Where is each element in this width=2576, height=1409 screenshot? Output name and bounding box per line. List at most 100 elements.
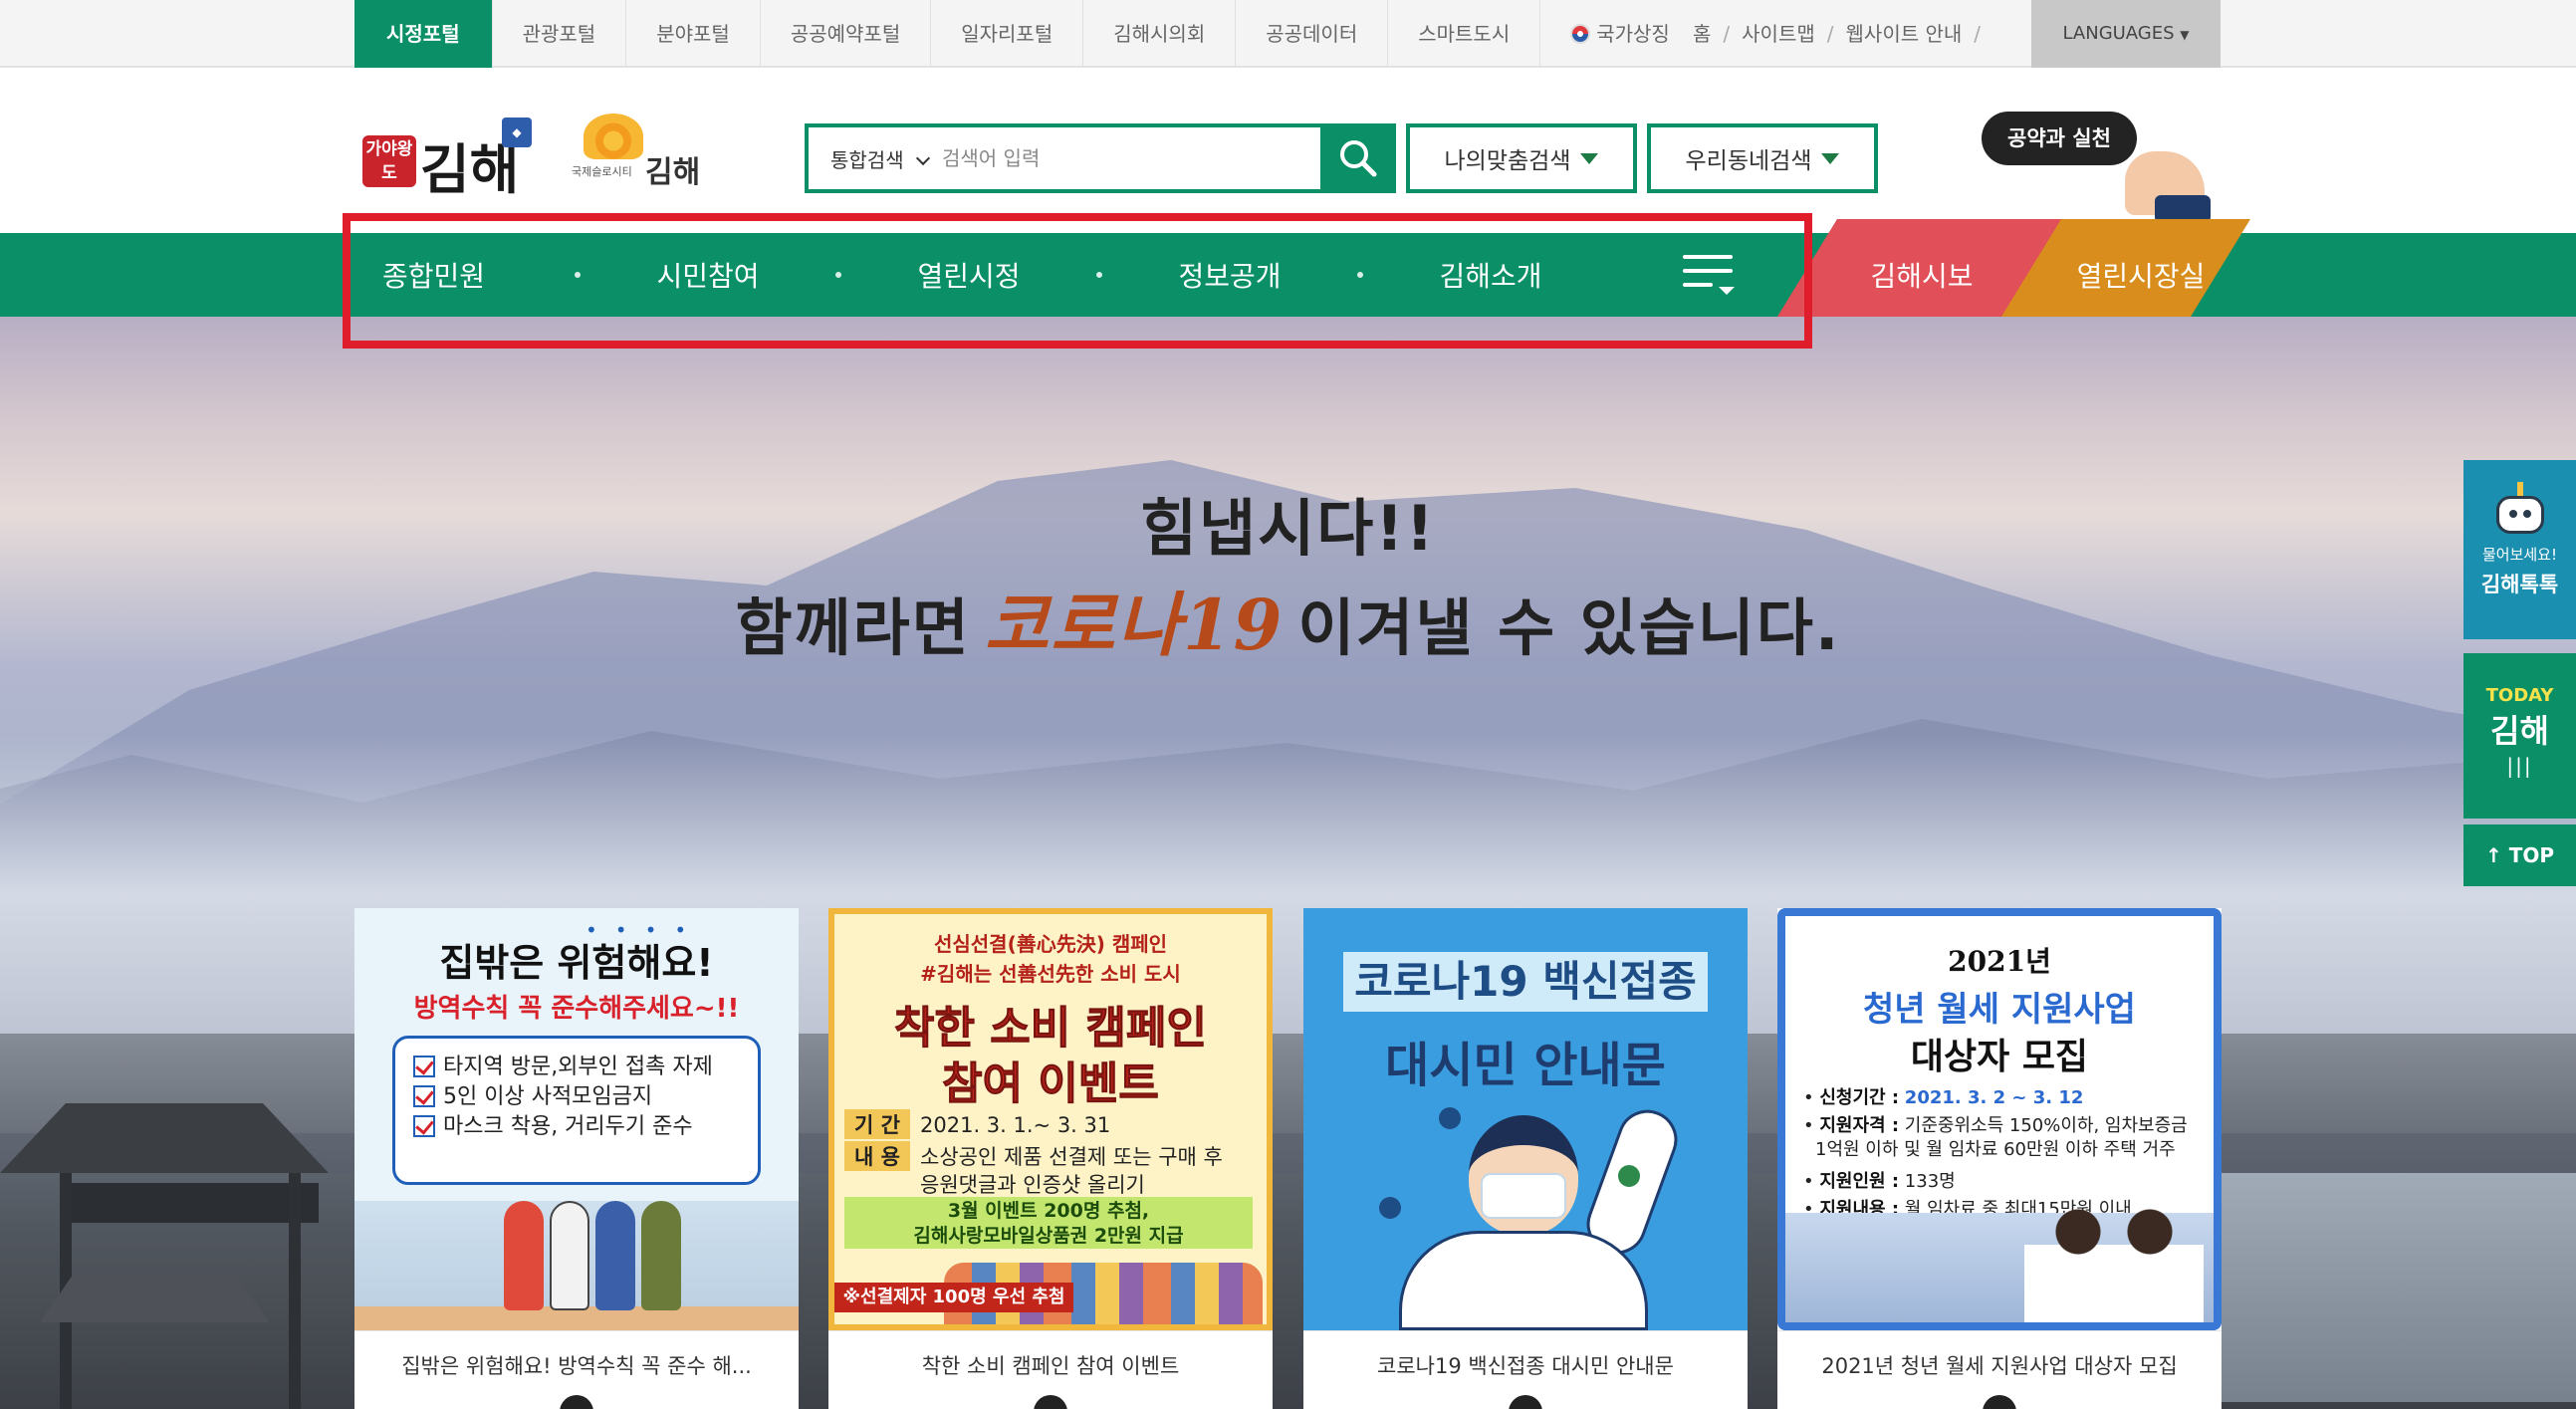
sleeve-shape — [2155, 195, 2211, 223]
rule-item: 마스크 착용, 거리두기 준수 — [413, 1112, 740, 1142]
website-guide-link[interactable]: 웹사이트 안내 — [1846, 0, 1963, 68]
card2-line1: 선심선결(善心先決) 캠페인 — [933, 932, 1168, 956]
search-box: 통합검색 — [805, 123, 1396, 193]
virus-icon — [1379, 1197, 1401, 1219]
hero-subheadline: 함께라면 코로나19 이겨낼 수 있습니다. — [0, 570, 2576, 670]
neighborhood-search-button[interactable]: 우리동네검색 — [1647, 123, 1878, 193]
hero-text-highlight: 코로나19 — [984, 584, 1285, 666]
robot-icon — [2490, 482, 2550, 538]
logo-badge: 가야왕도 — [362, 135, 416, 187]
card1-rules-box: 타지역 방문,외부인 접촉 자제 5인 이상 사적모임금지 마스크 착용, 거리… — [392, 1036, 761, 1185]
news-card[interactable]: 2021년 청년 월세 지원사업 대상자 모집 • 신청기간 : 2021. 3… — [1777, 908, 2222, 1409]
caret-down-icon: ▼ — [2180, 28, 2190, 42]
rule-text: 마스크 착용, 거리두기 준수 — [443, 1114, 693, 1139]
bookmark-tab-icon — [1509, 1395, 1542, 1409]
virus-icon — [1618, 1165, 1640, 1187]
mayor-office-label: 열린시장실 — [2076, 260, 2206, 293]
mask-illustration — [1481, 1173, 1566, 1219]
pledge-banner[interactable]: 공약과 실천 — [1976, 112, 2225, 223]
bookmark-tab-icon — [560, 1395, 593, 1409]
hero-headline: 힘냅시다!! — [1140, 492, 1436, 565]
today-name: 김해 — [2490, 712, 2549, 750]
card-caption-text: 착한 소비 캠페인 참여 이벤트 — [921, 1354, 1180, 1378]
chatbot-label: 김해톡톡 — [2480, 573, 2559, 596]
card-image: 선심선결(善心先決) 캠페인 #김해는 선善선先한 소비 도시 착한 소비 캠페… — [828, 908, 1273, 1330]
search-button[interactable] — [1320, 123, 1396, 193]
checkbox-icon — [413, 1115, 435, 1137]
portal-tab-fields[interactable]: 분야포털 — [626, 0, 761, 68]
rule-text: 타지역 방문,외부인 접촉 자제 — [443, 1055, 713, 1079]
search-scope-select[interactable]: 통합검색 — [809, 144, 938, 173]
row-value: 기준중위소득 150%이하, 임차보증금 — [1904, 1115, 2188, 1136]
news-card[interactable]: 선심선결(善心先決) 캠페인 #김해는 선善선先한 소비 도시 착한 소비 캠페… — [828, 908, 1273, 1409]
row-key: 지원자격 : — [1819, 1115, 1900, 1136]
card2-title1: 착한 소비 캠페인 — [894, 1003, 1208, 1055]
languages-button[interactable]: LANGUAGES ▼ — [2031, 0, 2221, 68]
virus-icon — [1439, 1107, 1461, 1129]
period-value: 2021. 3. 1.~ 3. 31 — [920, 1113, 1111, 1137]
rule-item: 타지역 방문,외부인 접촉 자제 — [413, 1053, 740, 1082]
separator: / — [1974, 22, 1982, 46]
row-value: 133명 — [1904, 1171, 1956, 1192]
pavilion-image — [0, 1103, 358, 1409]
gimhae-logo[interactable]: 가야왕도 김해 ◆ — [362, 117, 532, 201]
portal-tab-tourism[interactable]: 관광포털 — [493, 0, 627, 68]
hero-text-pre: 함께라면 — [735, 591, 971, 664]
row-value: 2021. 3. 2 ~ 3. 12 — [1904, 1087, 2084, 1108]
card-image: •••• 집밖은 위험해요! 방역수칙 꼭 준수해주세요~!! 타지역 방문,외… — [354, 908, 799, 1330]
highlight-box — [343, 213, 1812, 349]
pledge-label: 공약과 실천 — [1982, 112, 2137, 165]
card1-subheadline: 방역수칙 꼭 준수해주세요~!! — [413, 994, 740, 1024]
portal-tab-national-symbols[interactable]: 국가상징 — [1540, 0, 1700, 68]
card-caption-text: 집밖은 위험해요! 방역수칙 꼭 준수 해... — [401, 1354, 752, 1378]
card4-title1: 청년 월세 지원사업 — [1863, 990, 2136, 1030]
row-key: 지원인원 : — [1819, 1171, 1900, 1192]
portal-tab-public-data[interactable]: 공공데이터 — [1236, 0, 1389, 68]
search-icon — [1340, 140, 1377, 177]
card-caption: 2021년 청년 월세 지원사업 대상자 모집 — [1777, 1330, 2222, 1409]
news-card[interactable]: •••• 집밖은 위험해요! 방역수칙 꼭 준수해주세요~!! 타지역 방문,외… — [354, 908, 799, 1409]
portal-tab-jobs[interactable]: 일자리포털 — [931, 0, 1084, 68]
card4-row-cont: 1억원 이하 및 월 임차료 60만원 이하 주택 거주 — [1815, 1139, 2176, 1160]
content-key: 내 용 — [844, 1141, 910, 1171]
rule-text: 5인 이상 사적모임금지 — [443, 1084, 653, 1109]
portal-tab-council[interactable]: 김해시의회 — [1083, 0, 1237, 68]
rule-item: 5인 이상 사적모임금지 — [413, 1082, 740, 1112]
portal-tab-smart-city[interactable]: 스마트도시 — [1388, 0, 1541, 68]
chatbot-button[interactable]: 물어보세요! 김해톡톡 — [2463, 460, 2576, 639]
search-input[interactable] — [938, 127, 1320, 189]
portal-tab-reservation[interactable]: 공공예약포털 — [761, 0, 932, 68]
portal-tab-city[interactable]: 시정포털 — [354, 0, 493, 68]
search-scope-label: 통합검색 — [830, 147, 904, 172]
chevron-down-icon — [915, 150, 930, 165]
person-illustration — [550, 1201, 589, 1310]
person-illustration — [641, 1201, 681, 1310]
home-link[interactable]: 홈 — [1693, 0, 1711, 68]
card-caption: 착한 소비 캠페인 참여 이벤트 — [828, 1330, 1273, 1409]
card3-title2: 대시민 안내문 — [1385, 1038, 1666, 1093]
slow-city-logo[interactable]: 국제슬로시티 김해 — [572, 110, 701, 190]
card-caption-text: 코로나19 백신접종 대시민 안내문 — [1377, 1354, 1674, 1378]
event-line: 김해사랑모바일상품권 2만원 지급 — [913, 1225, 1184, 1247]
card2-event-box: 3월 이벤트 200명 추첨, 김해사랑모바일상품권 2만원 지급 — [844, 1197, 1253, 1249]
sitemap-link[interactable]: 사이트맵 — [1742, 0, 1815, 68]
card-image: 코로나19 백신접종 대시민 안내문 — [1303, 908, 1748, 1330]
checkbox-icon — [413, 1056, 435, 1077]
gimhae-news-label: 김해시보 — [1870, 260, 1974, 293]
today-gimhae-button[interactable]: TODAY 김해 ||| — [2463, 653, 2576, 819]
slow-city-text: 국제슬로시티 — [572, 165, 632, 178]
couple-illustration — [2024, 1193, 2204, 1322]
news-card[interactable]: 코로나19 백신접종 대시민 안내문 코로나19 백신접종 대시민 안내문 — [1303, 908, 1748, 1409]
scroll-top-button[interactable]: ↑ TOP — [2463, 824, 2576, 886]
hero-text-post: 이겨낼 수 있습니다. — [1297, 591, 1841, 664]
coat-illustration — [1399, 1231, 1648, 1330]
triangle-down-icon — [1580, 152, 1599, 164]
separator: / — [1723, 22, 1731, 46]
period-key: 기 간 — [844, 1109, 910, 1139]
card-caption-text: 2021년 청년 월세 지원사업 대상자 모집 — [1821, 1354, 2178, 1378]
portal-tab-national-symbols-label: 국가상징 — [1596, 22, 1670, 46]
card-caption: 코로나19 백신접종 대시민 안내문 — [1303, 1330, 1748, 1409]
card1-headline: 집밖은 위험해요! — [439, 941, 714, 985]
custom-search-button[interactable]: 나의맞춤검색 — [1406, 123, 1637, 193]
portal-tabs: 시정포털 관광포털 분야포털 공공예약포털 일자리포털 김해시의회 공공데이터 … — [354, 0, 1700, 68]
